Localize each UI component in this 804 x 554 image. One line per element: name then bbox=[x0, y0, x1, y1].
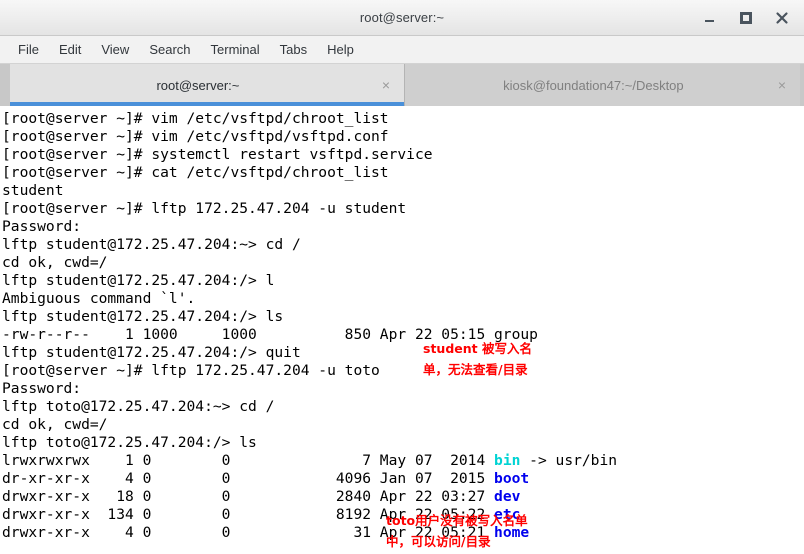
tab-label: kiosk@foundation47:~/Desktop bbox=[503, 77, 684, 93]
tab-kiosk-foundation47[interactable]: kiosk@foundation47:~/Desktop × bbox=[405, 64, 800, 106]
menu-item-file[interactable]: File bbox=[8, 39, 49, 60]
terminal-line: lrwxrwxrwx 1 0 0 7 May 07 2014 bin -> us… bbox=[2, 452, 804, 470]
close-icon[interactable] bbox=[774, 10, 790, 26]
menu-item-search[interactable]: Search bbox=[139, 39, 200, 60]
tab-close-icon[interactable]: × bbox=[382, 78, 390, 92]
terminal-line-text: lftp student@172.25.47.204:/> quit bbox=[2, 344, 301, 361]
terminal-line-text: [root@server ~]# vim /etc/vsftpd/vsftpd.… bbox=[2, 128, 389, 145]
terminal-filename: boot bbox=[494, 470, 530, 487]
terminal-line: drwxr-xr-x 18 0 0 2840 Apr 22 03:27 dev bbox=[2, 488, 804, 506]
terminal-line-text: student bbox=[2, 182, 64, 199]
window-titlebar: root@server:~ bbox=[0, 0, 804, 36]
terminal-link-target: -> usr/bin bbox=[520, 452, 618, 469]
terminal-line-text: dr-xr-xr-x 4 0 0 4096 Jan 07 2015 bbox=[2, 470, 495, 487]
window-controls bbox=[702, 0, 798, 36]
terminal-line-text: lftp student@172.25.47.204:/> l bbox=[2, 272, 275, 289]
terminal-line-text: lftp toto@172.25.47.204:/> ls bbox=[2, 434, 257, 451]
terminal-line: Password: bbox=[2, 218, 804, 236]
terminal-window: root@server:~ File Edit View Search Term… bbox=[0, 0, 804, 554]
terminal-line-text: [root@server ~]# systemctl restart vsftp… bbox=[2, 146, 433, 163]
terminal-line: [root@server ~]# vim /etc/vsftpd/vsftpd.… bbox=[2, 128, 804, 146]
terminal-line: dr-xr-xr-x 4 0 0 4096 Jan 07 2015 boot bbox=[2, 470, 804, 488]
terminal-line: student bbox=[2, 182, 804, 200]
terminal-line-text: [root@server ~]# lftp 172.25.47.204 -u t… bbox=[2, 362, 380, 379]
terminal-lines: [root@server ~]# vim /etc/vsftpd/chroot_… bbox=[2, 110, 804, 542]
terminal-line-text: Password: bbox=[2, 380, 82, 397]
terminal-line: lftp toto@172.25.47.204:~> cd / bbox=[2, 398, 804, 416]
terminal-line-text: drwxr-xr-x 18 0 0 2840 Apr 22 03:27 bbox=[2, 488, 495, 505]
terminal-line: cd ok, cwd=/ bbox=[2, 416, 804, 434]
menu-bar: File Edit View Search Terminal Tabs Help bbox=[0, 36, 804, 64]
terminal-line-text: lftp student@172.25.47.204:~> cd / bbox=[2, 236, 301, 253]
terminal-line: lftp student@172.25.47.204:/> quit bbox=[2, 344, 804, 362]
terminal-line-text: Ambiguous command `l'. bbox=[2, 290, 196, 307]
terminal-line: [root@server ~]# lftp 172.25.47.204 -u t… bbox=[2, 362, 804, 380]
terminal-line-text: [root@server ~]# cat /etc/vsftpd/chroot_… bbox=[2, 164, 389, 181]
tab-label: root@server:~ bbox=[156, 77, 240, 93]
annotation-student-note: student 被写入名 单，无法查看/目录 bbox=[423, 341, 532, 377]
menu-item-tabs[interactable]: Tabs bbox=[270, 39, 317, 60]
terminal-line-text: cd ok, cwd=/ bbox=[2, 416, 108, 433]
terminal-line: lftp student@172.25.47.204:~> cd / bbox=[2, 236, 804, 254]
terminal-line-text: lftp toto@172.25.47.204:~> cd / bbox=[2, 398, 275, 415]
terminal-line-text: cd ok, cwd=/ bbox=[2, 254, 108, 271]
annotation-toto-note: toto用户没有被写入名单 中，可以访问/目录 bbox=[386, 513, 528, 549]
terminal-output-area[interactable]: [root@server ~]# vim /etc/vsftpd/chroot_… bbox=[0, 106, 804, 554]
terminal-line: [root@server ~]# lftp 172.25.47.204 -u s… bbox=[2, 200, 804, 218]
tab-close-icon[interactable]: × bbox=[778, 78, 786, 92]
menu-item-help[interactable]: Help bbox=[317, 39, 364, 60]
tab-bar: root@server:~ × kiosk@foundation47:~/Des… bbox=[0, 64, 804, 106]
menu-item-edit[interactable]: Edit bbox=[49, 39, 91, 60]
terminal-line-text: lftp student@172.25.47.204:/> ls bbox=[2, 308, 284, 325]
tab-root-server[interactable]: root@server:~ × bbox=[10, 64, 405, 106]
terminal-line: lftp student@172.25.47.204:/> ls bbox=[2, 308, 804, 326]
terminal-filename: dev bbox=[494, 488, 521, 505]
terminal-line: Ambiguous command `l'. bbox=[2, 290, 804, 308]
terminal-line-text: Password: bbox=[2, 218, 82, 235]
terminal-line: lftp toto@172.25.47.204:/> ls bbox=[2, 434, 804, 452]
menu-item-terminal[interactable]: Terminal bbox=[201, 39, 270, 60]
terminal-line: [root@server ~]# vim /etc/vsftpd/chroot_… bbox=[2, 110, 804, 128]
terminal-line: [root@server ~]# systemctl restart vsftp… bbox=[2, 146, 804, 164]
terminal-line: [root@server ~]# cat /etc/vsftpd/chroot_… bbox=[2, 164, 804, 182]
terminal-line: -rw-r--r-- 1 1000 1000 850 Apr 22 05:15 … bbox=[2, 326, 804, 344]
window-title: root@server:~ bbox=[359, 10, 445, 25]
terminal-filename: bin bbox=[494, 452, 521, 469]
maximize-icon[interactable] bbox=[738, 10, 754, 26]
terminal-line-text: [root@server ~]# vim /etc/vsftpd/chroot_… bbox=[2, 110, 389, 127]
minimize-icon[interactable] bbox=[702, 10, 718, 26]
terminal-line: Password: bbox=[2, 380, 804, 398]
menu-item-view[interactable]: View bbox=[91, 39, 139, 60]
terminal-line: lftp student@172.25.47.204:/> l bbox=[2, 272, 804, 290]
terminal-line-text: [root@server ~]# lftp 172.25.47.204 -u s… bbox=[2, 200, 407, 217]
terminal-line: cd ok, cwd=/ bbox=[2, 254, 804, 272]
terminal-line-text: lrwxrwxrwx 1 0 0 7 May 07 2014 bbox=[2, 452, 495, 469]
